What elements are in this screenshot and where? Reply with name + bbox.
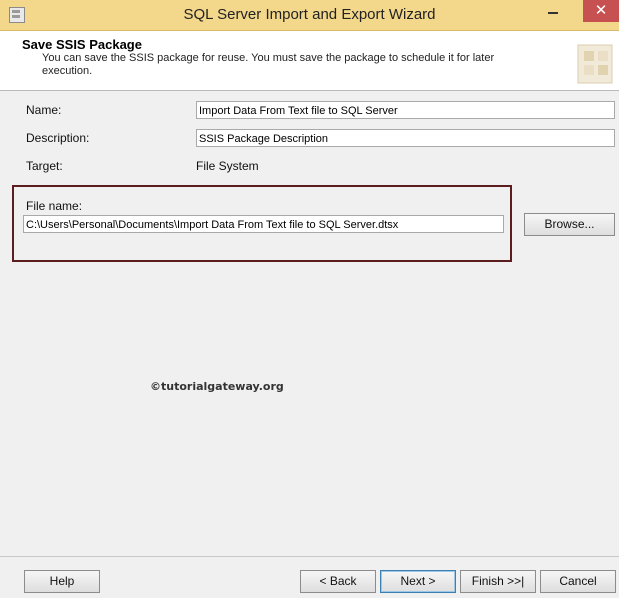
watermark-text: ©tutorialgateway.org bbox=[150, 380, 284, 393]
browse-button[interactable]: Browse... bbox=[524, 213, 615, 236]
page-header: Save SSIS Package You can save the SSIS … bbox=[0, 31, 619, 91]
minimize-button[interactable] bbox=[541, 0, 567, 22]
wizard-banner-icon bbox=[577, 44, 613, 84]
next-button[interactable]: Next > bbox=[380, 570, 456, 593]
file-name-field[interactable]: C:\Users\Personal\Documents\Import Data … bbox=[23, 215, 504, 233]
back-button[interactable]: < Back bbox=[300, 570, 376, 593]
close-button[interactable]: ✕ bbox=[583, 0, 619, 22]
name-field[interactable]: Import Data From Text file to SQL Server bbox=[196, 101, 615, 119]
wizard-window: SQL Server Import and Export Wizard ✕ Sa… bbox=[0, 0, 619, 598]
cancel-button[interactable]: Cancel bbox=[540, 570, 616, 593]
title-bar: SQL Server Import and Export Wizard ✕ bbox=[0, 0, 619, 31]
description-label: Description: bbox=[26, 131, 90, 145]
file-name-label: File name: bbox=[26, 199, 83, 213]
page-description: You can save the SSIS package for reuse.… bbox=[42, 52, 495, 77]
window-title: SQL Server Import and Export Wizard bbox=[183, 6, 436, 23]
finish-button[interactable]: Finish >>| bbox=[460, 570, 536, 593]
target-value: File System bbox=[196, 159, 259, 173]
name-label: Name: bbox=[26, 103, 62, 117]
footer-divider bbox=[0, 556, 619, 557]
description-field[interactable]: SSIS Package Description bbox=[196, 129, 615, 147]
help-button[interactable]: Help bbox=[24, 570, 100, 593]
page-title: Save SSIS Package bbox=[22, 37, 142, 52]
target-label: Target: bbox=[26, 159, 63, 173]
